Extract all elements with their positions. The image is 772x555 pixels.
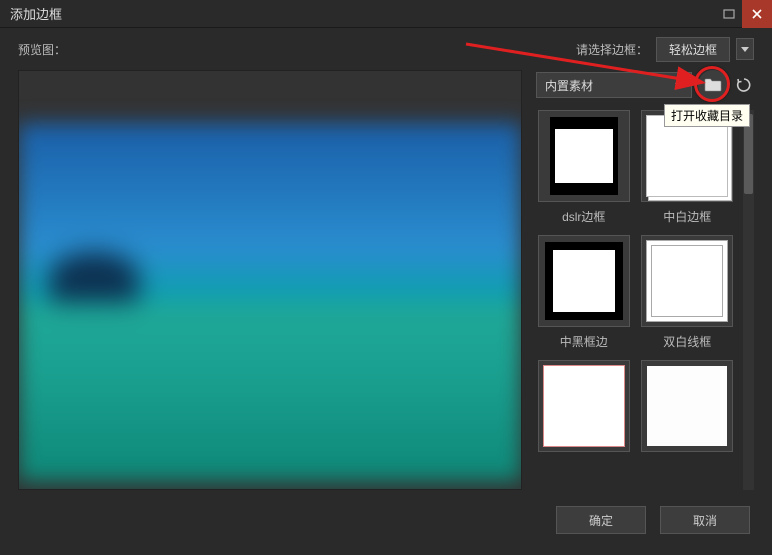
frame-thumb[interactable] [641, 360, 733, 452]
toolbar: 预览图： 请选择边框： 轻松边框 [0, 28, 772, 70]
frame-item-6 [640, 360, 736, 458]
chevron-down-icon [741, 47, 749, 52]
frame-grid: dslr边框 中白边框 中黑框边 双白线框 [536, 110, 741, 490]
scrollbar[interactable] [743, 110, 754, 490]
frame-label: dslr边框 [562, 208, 605, 225]
frame-item-5 [536, 360, 632, 458]
preview-label: 预览图： [18, 41, 66, 58]
frame-item-dblwhite: 双白线框 [640, 235, 736, 350]
close-button[interactable] [742, 0, 772, 28]
minimize-button[interactable] [716, 4, 742, 24]
tooltip: 打开收藏目录 [664, 104, 750, 127]
frame-label: 中白边框 [663, 208, 711, 225]
footer: 确定 取消 [0, 490, 772, 550]
frame-label: 双白线框 [663, 333, 711, 350]
frame-thumb[interactable] [641, 235, 733, 327]
side-panel: 内置素材 打开收藏目录 dslr边框 [536, 70, 754, 490]
folder-icon [704, 78, 722, 92]
ok-button[interactable]: 确定 [556, 506, 646, 534]
window-title: 添加边框 [10, 4, 716, 23]
frame-thumb[interactable] [538, 235, 630, 327]
material-source-value: 内置素材 [545, 77, 593, 94]
frame-label: 中黑框边 [560, 333, 608, 350]
cancel-button[interactable]: 取消 [660, 506, 750, 534]
content-area: 内置素材 打开收藏目录 dslr边框 [0, 70, 772, 490]
preview-image [19, 123, 521, 481]
select-border-label: 请选择边框： [576, 41, 648, 58]
material-source-select[interactable]: 内置素材 [536, 72, 692, 98]
frame-item-dslr: dslr边框 [536, 110, 632, 225]
open-favorites-button[interactable] [698, 70, 728, 100]
preview-pane [18, 70, 522, 490]
titlebar: 添加边框 [0, 0, 772, 28]
refresh-button[interactable] [734, 72, 754, 98]
frame-item-midwhite: 中白边框 [640, 110, 736, 225]
frame-thumb[interactable] [538, 110, 630, 202]
frame-thumb[interactable] [538, 360, 630, 452]
frame-item-midblack: 中黑框边 [536, 235, 632, 350]
border-type-select[interactable]: 轻松边框 [656, 37, 730, 62]
refresh-icon [736, 77, 752, 93]
chevron-down-icon [675, 83, 683, 88]
border-type-dropdown-icon[interactable] [736, 38, 754, 60]
